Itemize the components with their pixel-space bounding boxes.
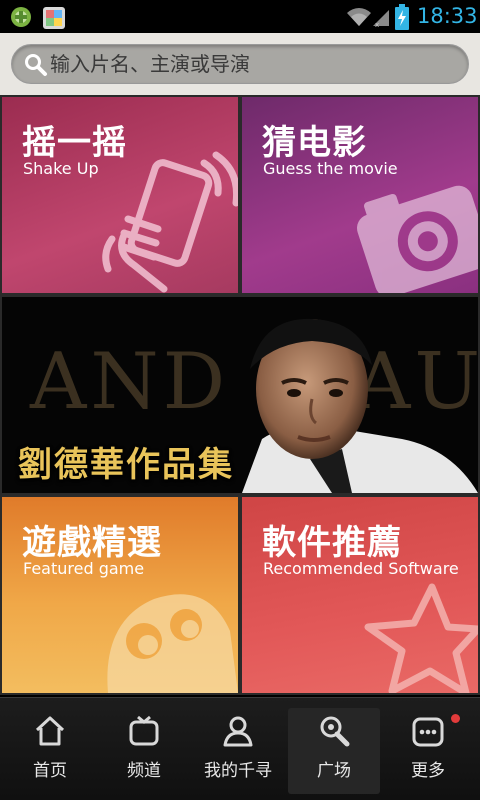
ghost-face-icon bbox=[107, 594, 238, 693]
nav-item-channels[interactable]: 频道 bbox=[98, 708, 190, 794]
gallery-app-icon bbox=[43, 7, 65, 29]
status-time: 18:33 bbox=[417, 4, 478, 28]
tile-subtitle: Featured game bbox=[23, 559, 145, 578]
bottom-navigation: 首页 频道 我的千寻 广场 更多 bbox=[0, 697, 480, 800]
nav-label: 更多 bbox=[411, 761, 445, 781]
status-bar: x 18:33 bbox=[0, 0, 480, 33]
search-input[interactable] bbox=[50, 45, 450, 83]
notification-badge bbox=[451, 714, 460, 723]
andy-lau-banner[interactable]: AND AU 劉德華作品集 bbox=[2, 297, 478, 493]
banner-background-text: AND bbox=[30, 337, 230, 427]
search-box[interactable] bbox=[11, 44, 469, 84]
actor-portrait bbox=[242, 318, 478, 493]
search-bar bbox=[0, 33, 480, 95]
game-app-icon bbox=[11, 7, 31, 27]
wifi-icon bbox=[347, 8, 371, 26]
battery-charging-icon bbox=[395, 4, 409, 30]
nav-label: 广场 bbox=[317, 761, 351, 781]
signal-icon: x bbox=[373, 10, 389, 28]
nav-item-my-qianxun[interactable]: 我的千寻 bbox=[192, 708, 284, 794]
nav-label: 我的千寻 bbox=[204, 761, 272, 781]
camera-icon bbox=[357, 185, 478, 293]
svg-text:x: x bbox=[375, 21, 379, 28]
tile-title: 猜电影 bbox=[262, 123, 367, 163]
tile-title: 遊戲精選 bbox=[22, 523, 162, 563]
guess-movie-tile[interactable]: 猜电影 Guess the movie bbox=[242, 97, 478, 293]
person-icon bbox=[223, 716, 253, 747]
recommended-software-tile[interactable]: 軟件推薦 Recommended Software bbox=[242, 497, 478, 693]
nav-item-home[interactable]: 首页 bbox=[4, 708, 96, 794]
star-icon bbox=[364, 583, 478, 693]
home-icon bbox=[35, 716, 65, 746]
nav-item-plaza[interactable]: 广场 bbox=[288, 708, 380, 794]
banner-caption: 劉德華作品集 bbox=[18, 445, 234, 485]
more-icon bbox=[412, 717, 444, 747]
shake-phone-icon bbox=[102, 151, 238, 293]
search-icon bbox=[25, 54, 47, 76]
nav-label: 频道 bbox=[127, 761, 161, 781]
nav-label: 首页 bbox=[33, 761, 67, 781]
featured-game-tile[interactable]: 遊戲精選 Featured game bbox=[2, 497, 238, 693]
tv-icon bbox=[129, 715, 159, 746]
tile-subtitle: Recommended Software bbox=[263, 559, 459, 578]
shake-up-tile[interactable]: 摇一摇 Shake Up bbox=[2, 97, 238, 293]
tile-subtitle: Shake Up bbox=[23, 159, 99, 178]
search-magnifier-icon bbox=[320, 716, 350, 747]
nav-item-more[interactable]: 更多 bbox=[382, 708, 474, 794]
feature-grid: 摇一摇 Shake Up 猜电影 Guess the movie AND AU … bbox=[0, 95, 480, 695]
tile-title: 軟件推薦 bbox=[262, 523, 402, 563]
